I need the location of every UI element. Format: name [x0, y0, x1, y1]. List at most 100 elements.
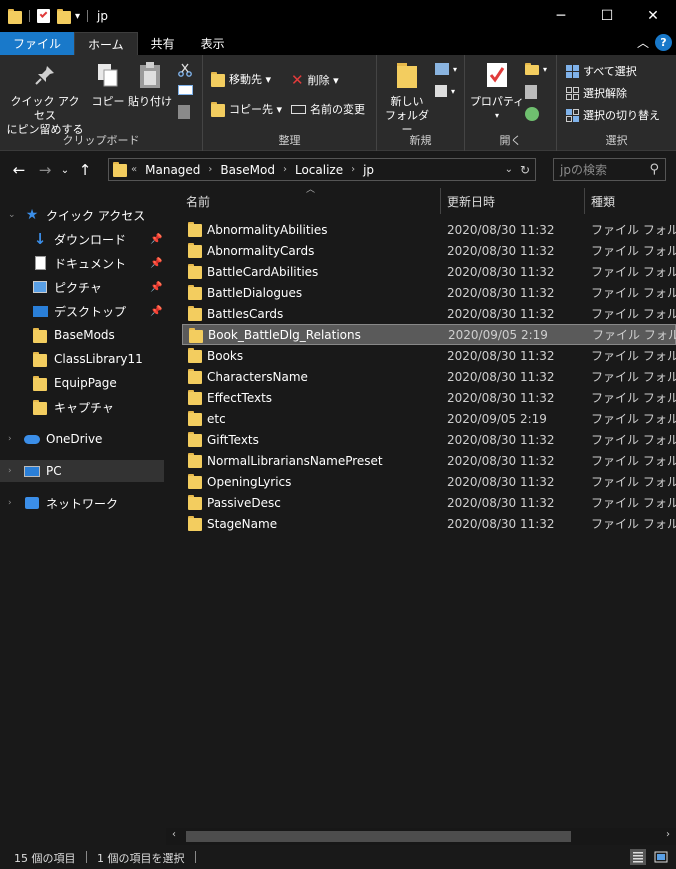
up-arrow-icon[interactable]: ↑: [72, 157, 98, 183]
file-date: 2020/08/30 11:32: [447, 243, 555, 258]
expand-chevron-icon[interactable]: ›: [8, 466, 12, 476]
scroll-left-icon[interactable]: ‹: [172, 829, 176, 840]
clipboard-group-label: クリップボード: [62, 134, 140, 147]
rename-icon: [291, 104, 306, 114]
tab-share[interactable]: 共有: [138, 32, 188, 55]
close-button[interactable]: ✕: [630, 0, 676, 32]
pin-icon: [29, 59, 61, 91]
address-bar[interactable]: « Managed › BaseMod › Localize › jp ⌄ ↻: [108, 158, 536, 181]
nav-onedrive[interactable]: › OneDrive: [0, 428, 164, 450]
maximize-button[interactable]: ☐: [584, 0, 630, 32]
folder-icon: [188, 474, 202, 489]
search-input[interactable]: jpの検索 ⚲: [553, 158, 666, 181]
breadcrumb-managed[interactable]: Managed: [141, 163, 204, 177]
properties-icon[interactable]: [37, 9, 50, 23]
refresh-icon[interactable]: ↻: [520, 163, 530, 177]
edit-icon[interactable]: [525, 85, 537, 99]
select-all-button[interactable]: すべて選択: [566, 63, 637, 79]
file-row[interactable]: StageName 2020/08/30 11:32 ファイル フォルダー: [182, 513, 676, 534]
file-row[interactable]: BattleCardAbilities 2020/08/30 11:32 ファイル …: [182, 261, 676, 282]
recent-locations-chevron-icon[interactable]: ⌄: [58, 157, 72, 183]
breadcrumb-overflow[interactable]: «: [127, 164, 141, 175]
column-type[interactable]: 種類: [591, 193, 615, 210]
expand-chevron-icon[interactable]: ›: [8, 434, 12, 444]
file-type: ファイル フォルダー: [591, 244, 676, 258]
column-date[interactable]: 更新日時: [447, 193, 495, 210]
large-icons-view-icon[interactable]: [653, 849, 669, 865]
breadcrumb-jp[interactable]: jp: [359, 163, 378, 177]
file-row[interactable]: EffectTexts 2020/08/30 11:32 ファイル フォルダー: [182, 387, 676, 408]
file-row[interactable]: GiftTexts 2020/08/30 11:32 ファイル フォルダー: [182, 429, 676, 450]
properties-check-icon: [481, 59, 513, 91]
nav-equippage[interactable]: EquipPage: [0, 372, 164, 394]
tab-file[interactable]: ファイル: [0, 32, 75, 55]
copy-to-button[interactable]: コピー先 ▾: [211, 101, 282, 117]
file-row[interactable]: AbnormalityAbilities 2020/08/30 11:32 ファイル…: [182, 219, 676, 240]
paste-button[interactable]: 貼り付け: [128, 59, 172, 109]
forward-arrow-icon[interactable]: →: [32, 157, 58, 183]
back-arrow-icon[interactable]: ←: [6, 157, 32, 183]
cut-icon[interactable]: [178, 63, 192, 77]
details-view-icon[interactable]: [630, 849, 646, 865]
file-name: Book_BattleDlg_Relations: [208, 327, 361, 342]
select-none-button[interactable]: 選択解除: [566, 85, 627, 101]
nav-network[interactable]: › ネットワーク: [0, 492, 164, 514]
file-row[interactable]: BattleDialogues 2020/08/30 11:32 ファイル フォルダ…: [182, 282, 676, 303]
column-header: ︿ 名前 更新日時 種類: [166, 185, 676, 214]
clipboard-group: クイック アクセス にピン留めする コピー 貼り付け クリップボード: [0, 55, 203, 151]
copy-path-icon[interactable]: [178, 85, 193, 95]
file-date: 2020/09/05 2:19: [448, 327, 548, 342]
new-item-icon[interactable]: ▾: [435, 63, 457, 75]
horizontal-scrollbar[interactable]: ‹ ›: [166, 828, 676, 845]
tab-view[interactable]: 表示: [188, 32, 238, 55]
address-folder-icon: [113, 162, 127, 177]
breadcrumb-localize[interactable]: Localize: [291, 163, 347, 177]
nav-quick-access[interactable]: ⌄ ★ クイック アクセス: [0, 204, 164, 226]
expand-chevron-icon[interactable]: ›: [8, 498, 12, 508]
nav-basemods[interactable]: BaseMods: [0, 324, 164, 346]
file-row[interactable]: Books 2020/08/30 11:32 ファイル フォルダー: [182, 345, 676, 366]
nav-capture[interactable]: キャプチャ: [0, 396, 164, 418]
history-icon[interactable]: [525, 107, 539, 121]
search-placeholder: jpの検索: [560, 163, 607, 177]
minimize-button[interactable]: ─: [538, 0, 584, 32]
file-row[interactable]: PassiveDesc 2020/08/30 11:32 ファイル フォルダー: [182, 492, 676, 513]
open-icon[interactable]: ▾: [525, 63, 547, 75]
column-name[interactable]: 名前: [186, 193, 210, 210]
scrollbar-thumb[interactable]: [186, 831, 571, 842]
nav-pictures[interactable]: ピクチャ 📌: [0, 276, 164, 298]
address-dropdown-icon[interactable]: ⌄: [505, 164, 513, 175]
file-row[interactable]: CharactersName 2020/08/30 11:32 ファイル フォルダー: [182, 366, 676, 387]
invert-selection-button[interactable]: 選択の切り替え: [566, 107, 660, 123]
easy-access-icon[interactable]: ▾: [435, 85, 455, 97]
file-row[interactable]: AbnormalityCards 2020/08/30 11:32 ファイル フォル…: [182, 240, 676, 261]
expand-chevron-icon[interactable]: ⌄: [8, 210, 16, 220]
tab-home[interactable]: ホーム: [74, 32, 138, 55]
file-name: etc: [207, 411, 226, 426]
copy-button[interactable]: コピー: [90, 59, 126, 109]
pin-quick-access-button[interactable]: クイック アクセス にピン留めする: [6, 59, 84, 137]
properties-button[interactable]: プロパティ ▾: [469, 59, 525, 123]
scroll-right-icon[interactable]: ›: [666, 829, 670, 840]
breadcrumb-basemod[interactable]: BaseMod: [216, 163, 279, 177]
file-row[interactable]: Book_BattleDlg_Relations 2020/09/05 2:19 フ…: [182, 324, 676, 345]
new-folder-button[interactable]: 新しい フォルダー: [383, 59, 431, 137]
nav-documents[interactable]: ドキュメント 📌: [0, 252, 164, 274]
move-to-button[interactable]: 移動先 ▾: [211, 71, 271, 87]
nav-desktop[interactable]: デスクトップ 📌: [0, 300, 164, 322]
help-icon[interactable]: ?: [655, 34, 672, 51]
navigation-bar: ← → ⌄ ↑ « Managed › BaseMod › Localize ›…: [0, 152, 676, 188]
rename-button[interactable]: 名前の変更: [291, 101, 365, 117]
paste-shortcut-icon[interactable]: [178, 105, 190, 119]
delete-button[interactable]: ✕ 削除 ▾: [291, 71, 339, 89]
collapse-ribbon-icon[interactable]: ︿: [637, 34, 649, 51]
file-row[interactable]: NormalLibrariansNamePreset 2020/08/30 11:…: [182, 450, 676, 471]
new-folder-icon[interactable]: [57, 8, 71, 24]
nav-pc[interactable]: › PC: [0, 460, 164, 482]
file-row[interactable]: OpeningLyrics 2020/08/30 11:32 ファイル フォルダー: [182, 471, 676, 492]
nav-downloads[interactable]: ↓ ダウンロード 📌: [0, 228, 164, 250]
nav-classlibrary11[interactable]: ClassLibrary11: [0, 348, 164, 370]
file-row[interactable]: BattlesCards 2020/08/30 11:32 ファイル フォルダー: [182, 303, 676, 324]
file-row[interactable]: etc 2020/09/05 2:19 ファイル フォルダー: [182, 408, 676, 429]
quick-access-dropdown[interactable]: ▾: [75, 11, 80, 22]
